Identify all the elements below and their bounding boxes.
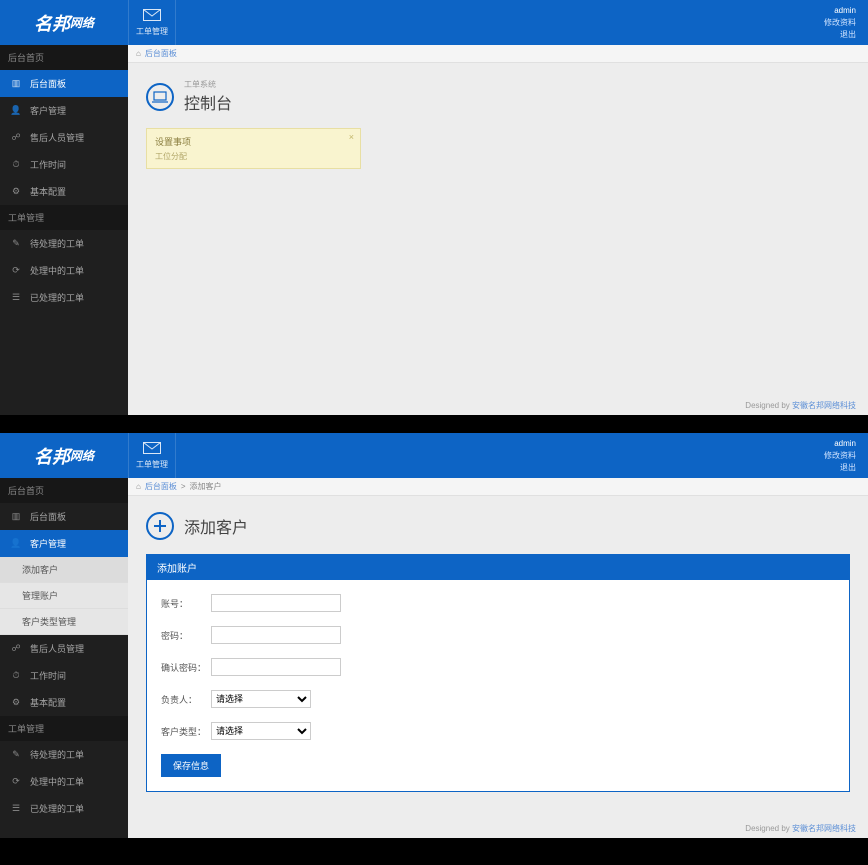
label-password: 密码： xyxy=(161,629,211,642)
sidebar-group-main: 后台首页 xyxy=(0,45,128,70)
sidebar: 后台首页 ▥后台面板 👤客户管理 ☍售后人员管理 ⏱工作时间 ⚙基本配置 工单管… xyxy=(0,45,128,415)
submenu-add-customer[interactable]: 添加客户 xyxy=(0,557,128,583)
home-icon: ⌂ xyxy=(136,49,141,58)
sidebar-item-settings[interactable]: ⚙基本配置 xyxy=(0,178,128,205)
submenu-customer-type[interactable]: 客户类型管理 xyxy=(0,609,128,635)
screenshot-add-customer: 名邦网络 工单管理 admin 修改资料 退出 后台首页 ▥后台面板 👤客户管理… xyxy=(0,433,868,838)
alert-body: 工位分配 xyxy=(155,151,352,162)
refresh-icon: ⟳ xyxy=(10,265,22,276)
input-password[interactable] xyxy=(211,626,341,644)
select-type[interactable]: 请选择 xyxy=(211,722,311,740)
staff-icon: ☍ xyxy=(10,132,22,143)
page-title: 控制台 xyxy=(184,90,232,114)
select-owner[interactable]: 请选择 xyxy=(211,690,311,708)
envelope-icon xyxy=(143,442,161,457)
refresh-icon: ⟳ xyxy=(10,776,22,787)
logo[interactable]: 名邦网络 xyxy=(0,0,128,45)
plus-icon xyxy=(146,512,174,540)
user-name: admin xyxy=(834,5,856,17)
dashboard-icon: ▥ xyxy=(10,511,22,522)
sidebar-item-pending[interactable]: ✎待处理的工单 xyxy=(0,741,128,768)
breumb: ⌂ 后台面板 xyxy=(128,45,868,63)
gear-icon: ⚙ xyxy=(10,186,22,197)
footer-link[interactable]: 安徽名邦网络科技 xyxy=(792,824,856,833)
save-button[interactable]: 保存信息 xyxy=(161,754,221,777)
sidebar-item-processing[interactable]: ⟳处理中的工单 xyxy=(0,257,128,284)
pencil-icon: ✎ xyxy=(10,238,22,249)
label-owner: 负责人： xyxy=(161,693,211,706)
laptop-icon xyxy=(146,83,174,111)
list-icon: ☰ xyxy=(10,803,22,814)
sidebar: 后台首页 ▥后台面板 👤客户管理 添加客户 管理账户 客户类型管理 ☍售后人员管… xyxy=(0,478,128,838)
footer-link[interactable]: 安徽名邦网络科技 xyxy=(792,401,856,410)
clock-icon: ⏱ xyxy=(10,159,22,170)
edit-profile-link[interactable]: 修改资料 xyxy=(824,17,856,29)
screenshot-dashboard: 名邦网络 工单管理 admin 修改资料 退出 后台首页 ▥后台面板 👤客户管理… xyxy=(0,0,868,415)
user-icon: 👤 xyxy=(10,538,22,549)
user-name: admin xyxy=(834,438,856,450)
sidebar-item-staff[interactable]: ☍售后人员管理 xyxy=(0,635,128,662)
input-account[interactable] xyxy=(211,594,341,612)
sidebar-item-done[interactable]: ☰已处理的工单 xyxy=(0,284,128,311)
logo[interactable]: 名邦网络 xyxy=(0,433,128,478)
logout-link[interactable]: 退出 xyxy=(840,462,856,474)
home-icon: ⌂ xyxy=(136,482,141,491)
main: ⌂ 后台面板 > 添加客户 添加客户 添加账户 xyxy=(128,478,868,838)
main: ⌂ 后台面板 工单系统 控制台 设置事项 工位分配 × xyxy=(128,45,868,415)
sidebar-item-settings[interactable]: ⚙基本配置 xyxy=(0,689,128,716)
page-subtitle: 工单系统 xyxy=(184,79,232,90)
sidebar-item-time[interactable]: ⏱工作时间 xyxy=(0,662,128,689)
sidebar-item-customer[interactable]: 👤客户管理 xyxy=(0,97,128,124)
alert-box: 设置事项 工位分配 × xyxy=(146,128,361,169)
edit-profile-link[interactable]: 修改资料 xyxy=(824,450,856,462)
crumb-home[interactable]: 后台面板 xyxy=(145,481,177,492)
sidebar-group-tickets: 工单管理 xyxy=(0,716,128,741)
header: 名邦网络 工单管理 admin 修改资料 退出 xyxy=(0,0,868,45)
input-confirm-password[interactable] xyxy=(211,658,341,676)
header-ticket-button[interactable]: 工单管理 xyxy=(128,433,176,478)
sidebar-item-dashboard[interactable]: ▥后台面板 xyxy=(0,70,128,97)
page-title: 添加客户 xyxy=(184,514,248,538)
user-icon: 👤 xyxy=(10,105,22,116)
header-ticket-button[interactable]: 工单管理 xyxy=(128,0,176,45)
footer: Designed by 安徽名邦网络科技 xyxy=(745,400,856,411)
crumb-home[interactable]: 后台面板 xyxy=(145,48,177,59)
list-icon: ☰ xyxy=(10,292,22,303)
sidebar-item-done[interactable]: ☰已处理的工单 xyxy=(0,795,128,822)
label-confirm-password: 确认密码： xyxy=(161,661,211,674)
alert-heading: 设置事项 xyxy=(155,135,352,148)
page-title-row: 添加客户 xyxy=(146,506,850,554)
logout-link[interactable]: 退出 xyxy=(840,29,856,41)
sidebar-item-pending[interactable]: ✎待处理的工单 xyxy=(0,230,128,257)
pencil-icon: ✎ xyxy=(10,749,22,760)
crumb-current: 添加客户 xyxy=(190,481,222,492)
dashboard-icon: ▥ xyxy=(10,78,22,89)
sidebar-item-processing[interactable]: ⟳处理中的工单 xyxy=(0,768,128,795)
sidebar-item-time[interactable]: ⏱工作时间 xyxy=(0,151,128,178)
sidebar-item-customer[interactable]: 👤客户管理 xyxy=(0,530,128,557)
header: 名邦网络 工单管理 admin 修改资料 退出 xyxy=(0,433,868,478)
envelope-icon xyxy=(143,9,161,24)
sidebar-item-staff[interactable]: ☍售后人员管理 xyxy=(0,124,128,151)
footer: Designed by 安徽名邦网络科技 xyxy=(745,823,856,834)
header-user-area: admin 修改资料 退出 xyxy=(824,433,868,478)
header-user-area: admin 修改资料 退出 xyxy=(824,0,868,45)
sidebar-item-dashboard[interactable]: ▥后台面板 xyxy=(0,503,128,530)
sidebar-group-tickets: 工单管理 xyxy=(0,205,128,230)
label-type: 客户类型： xyxy=(161,725,211,738)
gear-icon: ⚙ xyxy=(10,697,22,708)
staff-icon: ☍ xyxy=(10,643,22,654)
alert-close[interactable]: × xyxy=(349,132,354,142)
clock-icon: ⏱ xyxy=(10,670,22,681)
form-panel: 添加账户 账号： 密码： 确认密码： xyxy=(146,554,850,792)
breadcrumb: ⌂ 后台面板 > 添加客户 xyxy=(128,478,868,496)
submenu-manage-account[interactable]: 管理账户 xyxy=(0,583,128,609)
label-account: 账号： xyxy=(161,597,211,610)
sidebar-group-main: 后台首页 xyxy=(0,478,128,503)
page-title-row: 工单系统 控制台 xyxy=(146,73,850,128)
panel-header: 添加账户 xyxy=(147,555,849,580)
